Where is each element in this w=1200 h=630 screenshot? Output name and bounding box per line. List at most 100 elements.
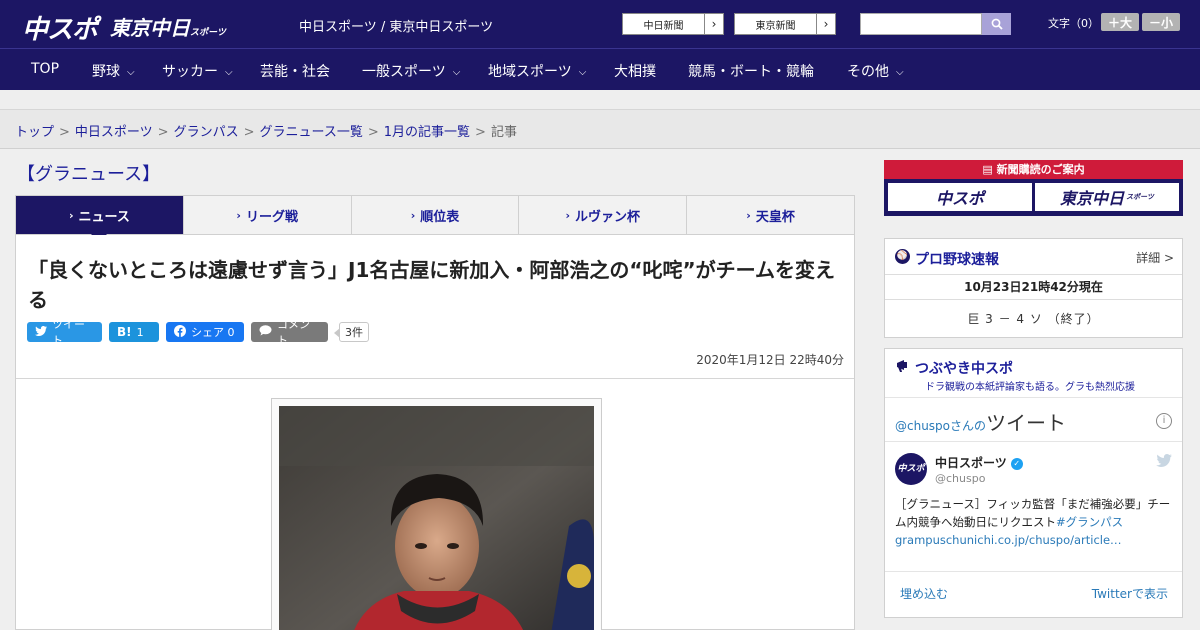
tweet-button[interactable]: ツイート xyxy=(27,318,102,347)
nav-other[interactable]: その他 ⌵ xyxy=(847,61,904,81)
breadcrumb-january-list[interactable]: 1月の記事一覧 xyxy=(384,125,470,140)
baseball-card-title: プロ野球速報 xyxy=(915,252,999,268)
tweet-account-name[interactable]: 中日スポーツ ✓ xyxy=(935,454,1023,471)
chevron-right-icon: › xyxy=(410,208,416,222)
nav-label: 一般スポーツ xyxy=(362,64,446,80)
facebook-count: 0 xyxy=(227,325,235,339)
article-headline: 「良くないところは遠慮せず言う」J1名古屋に新加入・阿部浩之の“叱咤”がチームを… xyxy=(28,258,836,312)
baseball-score[interactable]: 巨 3 － 4 ソ （終了） xyxy=(885,300,1182,338)
baseball-timestamp: 10月23日21時42分現在 xyxy=(885,275,1182,300)
article-divider xyxy=(16,378,854,379)
tab-news[interactable]: › ニュース xyxy=(16,196,184,242)
chevron-down-icon: ⌵ xyxy=(578,67,587,78)
baseball-details-link[interactable]: 詳細 > xyxy=(1136,249,1174,266)
tab-label: 天皇杯 xyxy=(755,209,795,225)
section-title: 【グラニュース】 xyxy=(17,164,161,185)
font-smaller-button[interactable]: －小 xyxy=(1142,13,1180,31)
chevron-down-icon: ⌵ xyxy=(127,67,135,78)
nav-sumo[interactable]: 大相撲 xyxy=(614,61,656,81)
chuspo-logo[interactable]: 中スポ xyxy=(22,9,98,46)
nav-label: TOP xyxy=(31,61,60,77)
tab-league[interactable]: › リーグ戦 xyxy=(184,196,352,234)
tweet-link[interactable]: grampuschunichi.co.jp/chuspo/article… xyxy=(895,533,1122,547)
article: 「良くないところは遠慮せず言う」J1名古屋に新加入・阿部浩之の“叱咤”がチームを… xyxy=(15,235,855,630)
comment-button[interactable]: コメント xyxy=(251,318,328,347)
embed-link[interactable]: 埋め込む xyxy=(900,585,948,602)
subscription-ad-title[interactable]: ▤ 新聞購読のご案内 xyxy=(884,160,1183,179)
divider xyxy=(885,397,1182,398)
article-photo[interactable] xyxy=(279,406,594,630)
nav-general-sports[interactable]: 一般スポーツ ⌵ xyxy=(362,61,460,81)
tokyo-chunichi-subscribe-button[interactable]: 東京中日 スポーツ xyxy=(1035,183,1179,211)
speech-bubble-icon xyxy=(259,325,272,339)
baseball-card-header: ⚾ プロ野球速報 詳細 > xyxy=(885,239,1182,275)
search-button[interactable] xyxy=(982,13,1011,35)
comment-count[interactable]: 3件 xyxy=(334,322,369,342)
tab-label: ニュース xyxy=(78,209,130,225)
tweet-hashtag[interactable]: #グランパス xyxy=(1056,515,1123,529)
tab-standings[interactable]: › 順位表 xyxy=(352,196,520,234)
search-icon xyxy=(991,18,1003,30)
breadcrumb-gra-news-list[interactable]: グラニュース一覧 xyxy=(260,125,363,140)
breadcrumb: トップ > 中日スポーツ > グランパス > グラニュース一覧 >1月の記事一覧 > 記事 xyxy=(15,121,517,140)
tokyo-chunichi-logo[interactable]: 東京中日スポーツ xyxy=(110,12,226,41)
subscription-ad: ▤ 新聞購読のご案内 中スポ 東京中日 スポーツ xyxy=(884,160,1183,216)
nav-entertainment[interactable]: 芸能・社会 xyxy=(260,61,330,81)
tab-levain-cup[interactable]: › ルヴァン杯 xyxy=(519,196,688,234)
tab-emperors-cup[interactable]: › 天皇杯 xyxy=(687,196,854,234)
breadcrumb-separator: > xyxy=(157,125,169,140)
info-icon[interactable]: i xyxy=(1156,413,1172,429)
nav-soccer[interactable]: サッカー ⌵ xyxy=(162,61,233,81)
breadcrumb-separator: > xyxy=(59,125,70,140)
hatena-bookmark-button[interactable]: B! 1 xyxy=(109,322,159,342)
tokyo-logo-small: スポーツ xyxy=(190,28,226,38)
facebook-icon xyxy=(174,324,186,340)
twitter-embed-heading: @chuspoさんのツイート xyxy=(895,407,1066,436)
twitter-bird-icon[interactable] xyxy=(1156,454,1172,471)
tweet-account-handle[interactable]: @chuspo xyxy=(935,472,985,485)
nav-label: サッカー xyxy=(162,64,218,80)
chevron-down-icon: ⌵ xyxy=(896,67,904,78)
chevron-down-icon: ⌵ xyxy=(452,67,461,78)
breadcrumb-grampus[interactable]: グランパス xyxy=(174,125,239,140)
chevron-down-icon: ⌵ xyxy=(225,67,233,78)
nav-top[interactable]: TOP xyxy=(31,61,59,77)
tokyo-shimbun-button[interactable]: 東京新聞 › xyxy=(734,13,836,35)
nav-label: その他 xyxy=(847,64,889,80)
hatena-icon: B! xyxy=(117,325,132,339)
avatar[interactable]: 中スポ xyxy=(895,453,927,485)
breadcrumb-current: 記事 xyxy=(490,125,517,140)
main-nav: TOP 野球 ⌵ サッカー ⌵ 芸能・社会 一般スポーツ ⌵ 地域スポーツ ⌵ 大相撲 … xyxy=(0,48,1200,90)
tokyo-logo-text: 東京中日 xyxy=(110,16,190,40)
chevron-right-icon: › xyxy=(816,14,835,34)
font-larger-button[interactable]: ＋大 xyxy=(1101,13,1139,31)
top-header: 中スポ 東京中日スポーツ 中日スポーツ / 東京中日スポーツ 中日新聞 › 東京… xyxy=(0,0,1200,48)
paper-button-label: 東京新聞 xyxy=(755,20,796,32)
chunichi-shimbun-button[interactable]: 中日新聞 › xyxy=(622,13,724,35)
share-buttons: ツイート B! 1 シェア 0 コメント 3件 xyxy=(27,318,369,347)
nav-racing[interactable]: 競馬・ボート・競輪 xyxy=(688,61,814,81)
article-photo-frame xyxy=(271,398,602,630)
breadcrumb-chunichi-sports[interactable]: 中日スポーツ xyxy=(75,125,153,140)
tokyo-chunichi-small-label: スポーツ xyxy=(1126,193,1154,201)
breadcrumb-separator: > xyxy=(243,125,255,140)
tweets-card: つぶやき中スポ ドラ観戦の本紙評論家も語る。グラも熱烈応援 @chuspoさんの… xyxy=(884,348,1183,618)
twitter-embed-title: ツイート xyxy=(986,411,1067,435)
hatena-count: 1 xyxy=(136,325,144,339)
breadcrumb-top[interactable]: トップ xyxy=(15,125,54,140)
subscription-ad-label: 新聞購読のご案内 xyxy=(996,163,1085,176)
facebook-share-button[interactable]: シェア 0 xyxy=(166,322,244,342)
tweet-footer: 埋め込む Twitterで表示 xyxy=(885,571,1182,617)
nav-label: 大相撲 xyxy=(614,64,656,80)
nav-regional-sports[interactable]: 地域スポーツ ⌵ xyxy=(488,61,586,81)
view-on-twitter-link[interactable]: Twitterで表示 xyxy=(1092,585,1168,602)
search-input[interactable] xyxy=(860,13,982,35)
chevron-right-icon: › xyxy=(565,208,571,222)
newspaper-icon: ▤ xyxy=(982,163,997,176)
baseball-scores-card: ⚾ プロ野球速報 詳細 > 10月23日21時42分現在 巨 3 － 4 ソ （… xyxy=(884,238,1183,338)
article-date: 2020年1月12日 22時40分 xyxy=(696,353,844,367)
nav-baseball[interactable]: 野球 ⌵ xyxy=(92,61,135,81)
site-links[interactable]: 中日スポーツ / 東京中日スポーツ xyxy=(299,16,493,35)
twitter-embed-handle[interactable]: @chuspoさんの xyxy=(895,419,986,433)
chuspo-subscribe-button[interactable]: 中スポ xyxy=(888,183,1032,211)
